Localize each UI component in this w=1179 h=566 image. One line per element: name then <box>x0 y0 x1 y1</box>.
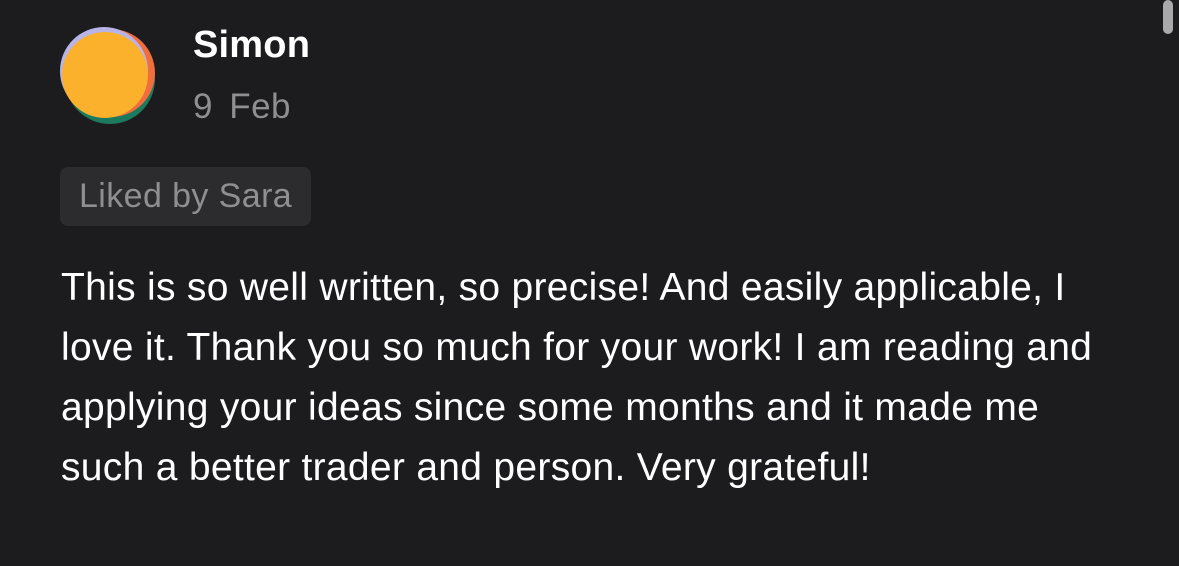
post-date: 9 Feb <box>193 87 291 126</box>
comment-card: Simon 9 Feb Liked by Sara This is so wel… <box>0 0 1179 566</box>
liked-by-badge[interactable]: Liked by Sara <box>60 167 312 226</box>
abstract-circle-avatar-icon <box>60 27 155 124</box>
scrollbar[interactable] <box>1163 0 1173 34</box>
avatar[interactable] <box>58 27 158 127</box>
comment-text: This is so well written, so precise! And… <box>61 258 1121 498</box>
author-name[interactable]: Simon <box>193 22 310 68</box>
comment-body-text: This is so well written, so precise! And… <box>61 266 1093 489</box>
